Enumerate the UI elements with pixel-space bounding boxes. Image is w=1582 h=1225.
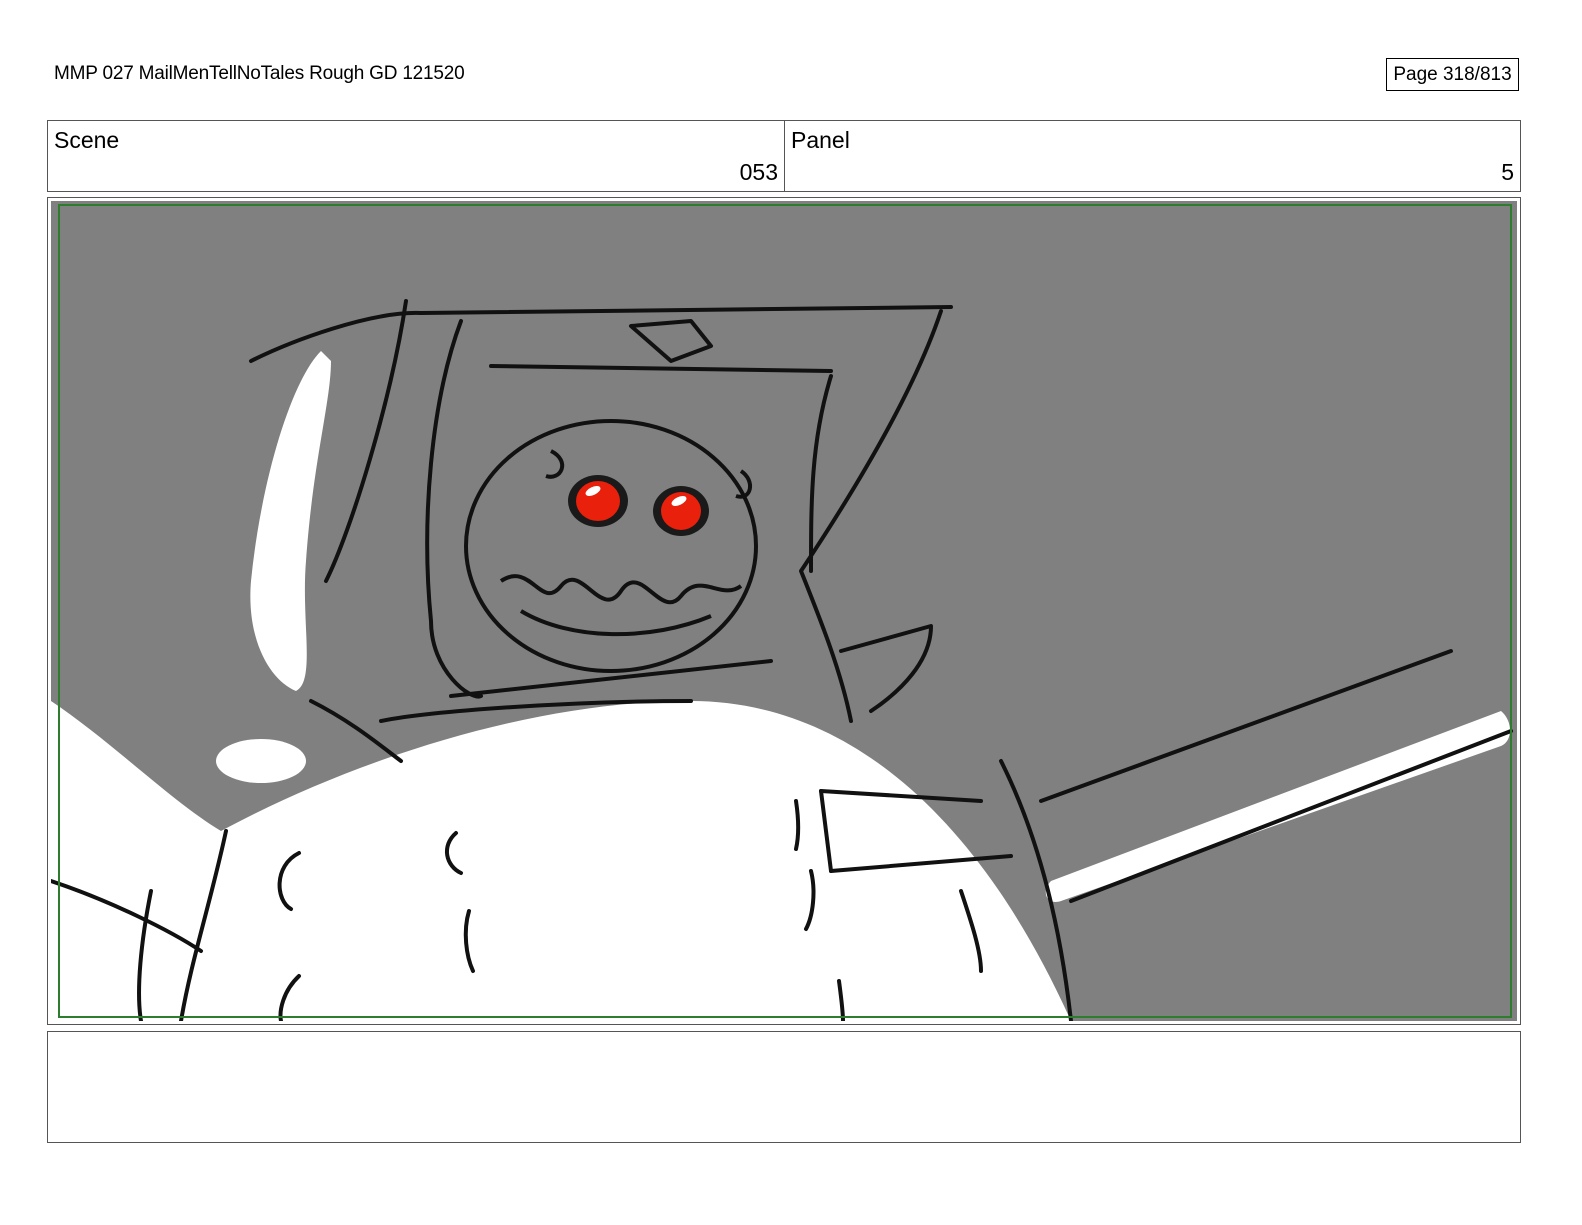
page-number: Page 318/813 xyxy=(1386,58,1519,91)
scene-cell: Scene 053 xyxy=(48,121,785,191)
storyboard-drawing xyxy=(51,201,1517,1021)
scene-panel-info-row: Scene 053 Panel 5 xyxy=(47,120,1521,192)
document-title: MMP 027 MailMenTellNoTales Rough GD 1215… xyxy=(54,63,465,84)
scene-label: Scene xyxy=(54,127,120,153)
panel-cell: Panel 5 xyxy=(785,121,1520,191)
panel-label: Panel xyxy=(791,127,850,153)
panel-number: 5 xyxy=(1501,159,1514,185)
scene-number: 053 xyxy=(739,159,778,185)
left-hand-highlight xyxy=(216,739,306,783)
panel-notes-box xyxy=(47,1031,1521,1143)
storyboard-panel-image xyxy=(51,201,1517,1021)
